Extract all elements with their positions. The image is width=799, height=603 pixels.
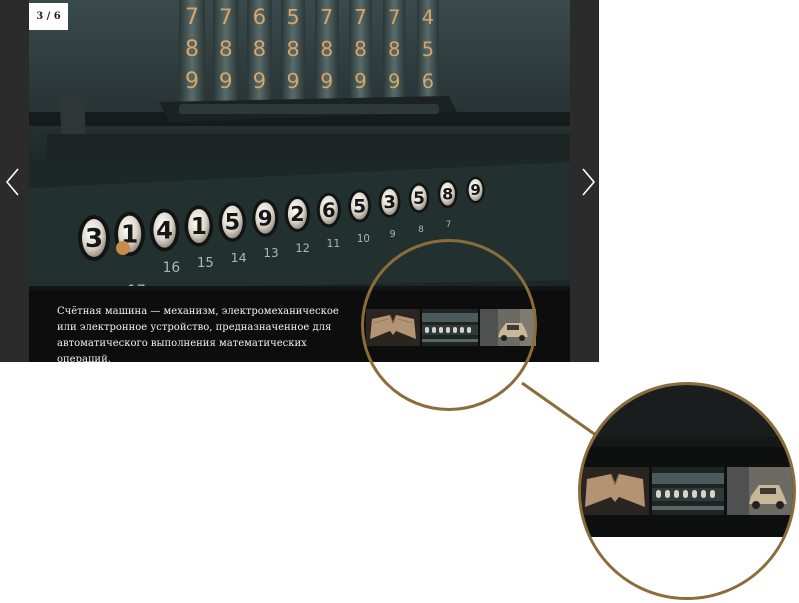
wheel-digit: 7: [320, 5, 333, 29]
slide-counter: 3 / 6: [29, 3, 68, 30]
wheel-digit: 9: [219, 69, 233, 94]
chevron-left-icon: [5, 168, 19, 196]
key-digit: 8: [442, 185, 453, 204]
wheel-digit: 8: [185, 37, 199, 62]
magnifier-circle-small: [361, 239, 537, 411]
key-digit: 2: [290, 202, 304, 226]
scale-number: 16: [163, 260, 181, 276]
key-digit: 9: [470, 181, 481, 199]
key-digit: 3: [85, 224, 103, 254]
wheel-digit: 7: [354, 5, 367, 29]
wheel-digit: 4: [422, 6, 434, 29]
key-digit: 1: [191, 213, 207, 240]
key-digit: 5: [225, 210, 241, 236]
scale-number: 8: [418, 225, 424, 235]
key-digit: 9: [258, 206, 273, 231]
next-arrow-button[interactable]: [578, 167, 598, 197]
scale-number: 14: [231, 250, 247, 265]
scale-number: 13: [263, 246, 278, 260]
prev-arrow-button[interactable]: [3, 167, 23, 197]
wheel-digit: 6: [253, 4, 266, 29]
wheel-digit: 6: [422, 70, 434, 93]
key-digit: 6: [322, 199, 336, 222]
wheel-digit: 9: [253, 68, 266, 93]
scale-number: 9: [390, 229, 396, 240]
wheel-digit: 8: [253, 36, 266, 61]
magnified-thumbnails: [581, 385, 793, 597]
brass-screw: [116, 241, 130, 255]
key-digit: 5: [353, 196, 366, 217]
scale-number: 11: [327, 237, 341, 250]
key-digit: 5: [413, 188, 425, 208]
wheel-digit: 8: [320, 37, 333, 61]
scale-number: 10: [357, 234, 370, 245]
wheel-digit: 7: [185, 5, 199, 30]
wheel-digit: 7: [219, 5, 233, 30]
wheel-digit: 9: [354, 69, 367, 93]
wheel-digit: 9: [320, 69, 333, 93]
scale-number: 15: [197, 256, 214, 271]
scale-number: 12: [295, 241, 310, 255]
chevron-right-icon: [582, 168, 596, 196]
magnifier-circle-large: [578, 382, 796, 600]
wheel-digit: 8: [219, 37, 233, 62]
key-digit: 4: [156, 216, 173, 244]
key-digit: 3: [383, 192, 395, 213]
wheel-digit: 8: [354, 37, 367, 61]
wheel-digit: 5: [286, 5, 299, 29]
wheel-digit: 9: [388, 70, 400, 93]
wheel-digit: 7: [388, 6, 400, 29]
wheel-digit: 9: [185, 69, 199, 94]
wheel-digit: 8: [286, 37, 299, 61]
scale-number: 7: [446, 219, 451, 229]
wheel-digit: 5: [422, 38, 434, 61]
slide-caption: Счётная машина — механизм, электромехани…: [57, 306, 339, 362]
wheel-digit: 8: [388, 38, 400, 61]
wheel-digit: 9: [286, 69, 299, 93]
